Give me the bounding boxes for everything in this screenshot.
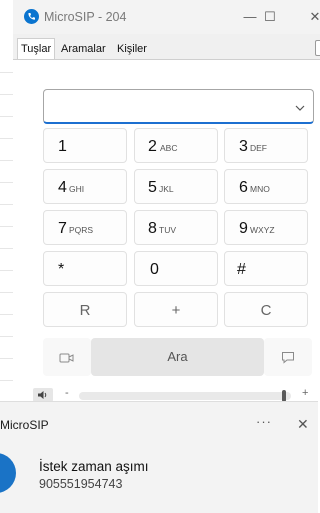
notification-close-button[interactable]: ✕ <box>297 416 309 433</box>
more-options-icon[interactable]: ··· <box>256 414 272 429</box>
key-5[interactable]: 5 JKL <box>134 169 218 204</box>
key-digit: 6 <box>239 179 248 196</box>
key-digit: 8 <box>148 220 157 237</box>
window-title: MicroSIP - 204 <box>44 10 127 24</box>
key-3[interactable]: 3 DEF <box>224 128 308 163</box>
close-button[interactable]: ✕ <box>295 6 320 28</box>
key-letters: GHI <box>69 184 85 194</box>
volume-slider[interactable] <box>79 390 291 402</box>
key-label: C <box>260 302 272 319</box>
notification-app-name: MicroSIP <box>0 418 49 432</box>
key-7[interactable]: 7 PQRS <box>43 210 127 245</box>
tab-kisiler[interactable]: Kişiler <box>114 39 150 59</box>
volume-plus-label: + <box>302 387 309 399</box>
key-8[interactable]: 8 TUV <box>134 210 218 245</box>
key-hash[interactable]: # <box>224 251 308 286</box>
tab-scroll-button[interactable] <box>315 40 320 56</box>
key-9[interactable]: 9 WXYZ <box>224 210 308 245</box>
speaker-icon[interactable] <box>33 388 53 402</box>
tab-bar: Tuşlar Aramalar Kişiler <box>13 38 320 60</box>
key-4[interactable]: 4 GHI <box>43 169 127 204</box>
key-star[interactable]: * <box>43 251 127 286</box>
microsip-app-icon <box>24 9 39 24</box>
key-digit: * <box>58 261 65 278</box>
key-digit: 0 <box>150 261 159 278</box>
key-letters: PQRS <box>69 225 94 235</box>
key-digit: 1 <box>58 138 67 155</box>
key-2[interactable]: 2 ABC <box>134 128 218 163</box>
key-letters: DEF <box>250 143 267 153</box>
microsip-window: MicroSIP - 204 — ☐ ✕ Tuşlar Aramalar Kiş… <box>13 0 320 402</box>
tab-tuslar[interactable]: Tuşlar <box>17 38 56 60</box>
key-digit: 2 <box>148 138 157 155</box>
key-digit: 4 <box>58 179 67 196</box>
key-letters: TUV <box>159 225 176 235</box>
title-bar[interactable]: MicroSIP - 204 — ☐ ✕ <box>13 0 320 34</box>
dial-number-combobox[interactable] <box>43 89 314 124</box>
key-letters: WXYZ <box>250 225 275 235</box>
notification-avatar <box>0 453 16 493</box>
key-label: R <box>79 302 91 319</box>
tab-aramalar[interactable]: Aramalar <box>58 39 109 59</box>
key-0[interactable]: 0 <box>134 251 218 286</box>
key-letters: MNO <box>250 184 270 194</box>
chevron-down-icon[interactable] <box>295 99 305 117</box>
video-call-icon <box>59 351 75 369</box>
notification-body: 905551954743 <box>39 477 123 491</box>
plus-button[interactable]: + <box>134 292 218 327</box>
redial-button[interactable]: R <box>43 292 127 327</box>
call-button[interactable]: Ara <box>91 338 264 376</box>
message-button[interactable] <box>264 338 312 376</box>
key-letters: JKL <box>159 184 174 194</box>
key-letters: ABC <box>160 143 178 153</box>
key-digit: # <box>237 261 246 278</box>
key-digit: 7 <box>58 220 67 237</box>
key-1[interactable]: 1 <box>43 128 127 163</box>
toast-notification[interactable]: MicroSIP ··· ✕ İstek zaman aşımı 9055519… <box>0 401 318 513</box>
volume-minus-label: - <box>65 387 69 399</box>
notification-title: İstek zaman aşımı <box>39 459 149 474</box>
call-row: Ara <box>43 338 312 376</box>
dial-number-input[interactable] <box>50 96 284 116</box>
key-digit: 3 <box>239 138 248 155</box>
key-digit: 5 <box>148 179 157 196</box>
key-digit: 9 <box>239 220 248 237</box>
key-6[interactable]: 6 MNO <box>224 169 308 204</box>
clear-button[interactable]: C <box>224 292 308 327</box>
volume-row: - + <box>13 387 320 402</box>
video-call-button[interactable] <box>43 338 91 376</box>
maximize-button[interactable]: ☐ <box>250 6 290 28</box>
dialpad-panel: 1 2 ABC 3 DEF 4 GHI 5 JKL 6 MNO 7 PQRS 8 <box>13 59 320 402</box>
key-label: + <box>171 302 181 319</box>
message-icon <box>281 351 295 369</box>
